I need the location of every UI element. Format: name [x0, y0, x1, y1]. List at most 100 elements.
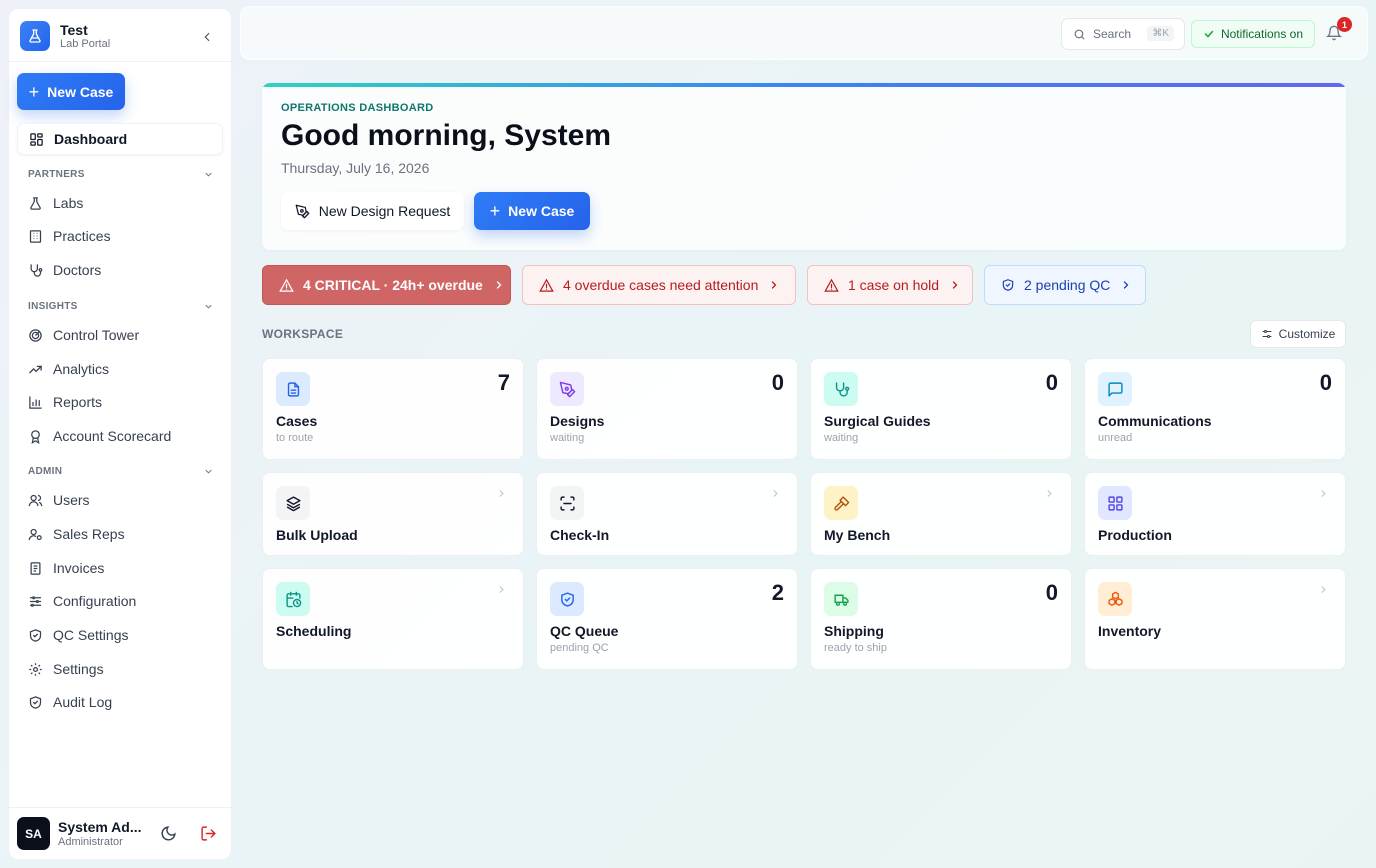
tile-shipping[interactable]: 0 Shipping ready to ship	[810, 568, 1072, 670]
sidebar-item-users[interactable]: Users	[17, 485, 223, 515]
section-insights[interactable]: INSIGHTS	[28, 301, 214, 312]
sidebar-item-qc-settings[interactable]: QC Settings	[17, 620, 223, 650]
tile-title: Scheduling	[276, 623, 352, 639]
sidebar-item-label: Account Scorecard	[53, 428, 172, 444]
sidebar-item-label: Doctors	[53, 262, 102, 278]
new-design-request-label: New Design Request	[318, 203, 451, 219]
tile-production[interactable]: Production	[1084, 472, 1346, 556]
tile-title: Inventory	[1098, 623, 1162, 639]
plus-icon: +	[28, 81, 40, 102]
warning-icon	[824, 278, 839, 292]
overdue-alert[interactable]: 4 overdue cases need attention	[522, 265, 796, 305]
grid-icon	[30, 132, 43, 146]
sidebar-item-dashboard[interactable]: Dashboard	[17, 123, 223, 155]
tile-count: 0	[1319, 370, 1332, 395]
sidebar-item-label: Settings	[53, 661, 104, 677]
trending-up-icon	[29, 365, 42, 373]
on-hold-alert[interactable]: 1 case on hold	[807, 265, 973, 305]
sidebar-item-label: Reports	[53, 394, 103, 410]
brand[interactable]: Test Lab Portal	[20, 21, 110, 51]
users-icon	[28, 494, 43, 506]
warning-icon	[279, 278, 294, 292]
on-hold-alert-label: 1 case on hold	[848, 277, 940, 293]
document-icon	[276, 372, 310, 406]
tile-communications[interactable]: 0 Communications unread	[1084, 358, 1346, 460]
chevron-right-icon	[773, 490, 778, 497]
accent-bar	[262, 83, 1346, 87]
tile-qc-queue[interactable]: 2 QC Queue pending QC	[536, 568, 798, 670]
hero-new-case-button[interactable]: + New Case	[474, 192, 590, 230]
tile-title: Communications	[1098, 413, 1212, 429]
tile-count: 2	[771, 580, 784, 605]
hero-card: OPERATIONS DASHBOARD Good morning, Syste…	[262, 83, 1346, 250]
tile-title: My Bench	[824, 527, 891, 543]
sidebar-item-configuration[interactable]: Configuration	[17, 586, 223, 616]
hero-eyebrow: OPERATIONS DASHBOARD	[281, 102, 434, 114]
section-label: PARTNERS	[28, 169, 85, 180]
pen-tool-icon	[550, 372, 584, 406]
tile-subtitle: ready to ship	[824, 642, 887, 654]
radar-icon	[29, 328, 42, 342]
sidebar-item-label: Configuration	[53, 593, 137, 609]
sidebar-item-audit-log[interactable]: Audit Log	[17, 687, 223, 717]
top-bar: Search ⌘K Notifications on 1	[240, 6, 1368, 60]
sidebar-item-reports[interactable]: Reports	[17, 387, 223, 417]
logout-icon[interactable]	[200, 825, 217, 842]
tile-my-bench[interactable]: My Bench	[810, 472, 1072, 556]
tile-count: 0	[1045, 580, 1058, 605]
sidebar-item-account-scorecard[interactable]: Account Scorecard	[17, 421, 223, 451]
critical-alert-label: 4 CRITICAL · 24h+ overdue	[303, 277, 483, 293]
shield-check-icon	[1002, 279, 1014, 291]
check-icon	[1204, 30, 1214, 38]
section-partners[interactable]: PARTNERS	[28, 169, 214, 180]
chevron-right-icon	[952, 281, 958, 289]
tile-subtitle: pending QC	[550, 642, 609, 654]
sidebar-item-labs[interactable]: Labs	[17, 188, 223, 218]
tile-check-in[interactable]: Check-In	[536, 472, 798, 556]
chevron-right-icon	[1047, 490, 1052, 497]
sidebar-item-analytics[interactable]: Analytics	[17, 354, 223, 384]
new-design-request-button[interactable]: New Design Request	[281, 192, 464, 230]
avatar[interactable]: SA	[17, 817, 50, 850]
receipt-icon	[30, 561, 41, 575]
search-button[interactable]: Search ⌘K	[1061, 18, 1185, 50]
tile-surgical-guides[interactable]: 0 Surgical Guides waiting	[810, 358, 1072, 460]
tile-cases[interactable]: 7 Cases to route	[262, 358, 524, 460]
tile-title: Surgical Guides	[824, 413, 931, 429]
message-icon	[1098, 372, 1132, 406]
keyboard-shortcut: ⌘K	[1147, 26, 1174, 41]
boxes-icon	[1098, 582, 1132, 616]
workspace-label: WORKSPACE	[262, 327, 344, 341]
shield-check-icon	[29, 628, 42, 642]
sidebar-item-sales-reps[interactable]: Sales Reps	[17, 519, 223, 549]
tile-scheduling[interactable]: Scheduling	[262, 568, 524, 670]
grid-icon	[1098, 486, 1132, 520]
tile-count: 7	[497, 370, 510, 395]
sidebar-item-label: Audit Log	[53, 694, 113, 710]
notifications-toggle[interactable]: Notifications on	[1191, 20, 1315, 48]
sidebar-item-label: Sales Reps	[53, 526, 125, 542]
bar-chart-icon	[29, 395, 42, 409]
tile-count: 0	[771, 370, 784, 395]
section-admin[interactable]: ADMIN	[28, 466, 214, 477]
tile-title: Check-In	[550, 527, 610, 543]
sidebar-item-control-tower[interactable]: Control Tower	[17, 320, 223, 350]
tile-inventory[interactable]: Inventory	[1084, 568, 1346, 670]
critical-alert[interactable]: 4 CRITICAL · 24h+ overdue	[262, 265, 511, 305]
sidebar-item-doctors[interactable]: Doctors	[17, 255, 223, 285]
tile-designs[interactable]: 0 Designs waiting	[536, 358, 798, 460]
new-case-button[interactable]: + New Case	[17, 73, 125, 110]
shield-check-icon	[29, 695, 42, 709]
sidebar-item-invoices[interactable]: Invoices	[17, 553, 223, 583]
sidebar-item-label: Labs	[53, 195, 84, 211]
sidebar-item-practices[interactable]: Practices	[17, 221, 223, 251]
sidebar-item-settings[interactable]: Settings	[17, 654, 223, 684]
notifications-label: Notifications on	[1220, 27, 1304, 41]
pending-qc-alert[interactable]: 2 pending QC	[984, 265, 1146, 305]
tile-bulk-upload[interactable]: Bulk Upload	[262, 472, 524, 556]
user-role: Administrator	[58, 836, 123, 848]
chevron-right-icon	[1321, 490, 1326, 497]
chevron-left-icon[interactable]	[197, 27, 217, 47]
moon-icon[interactable]	[160, 825, 177, 842]
customize-button[interactable]: Customize	[1250, 320, 1346, 348]
